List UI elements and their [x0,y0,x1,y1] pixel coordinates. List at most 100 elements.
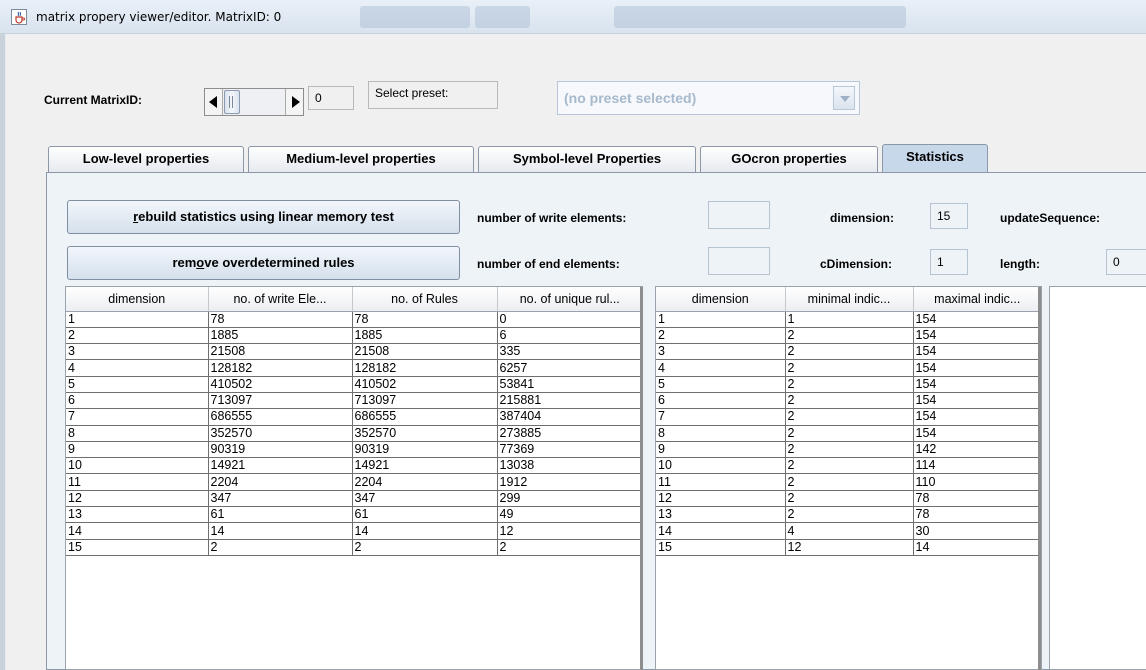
table-cell[interactable]: 78 [352,311,498,328]
table-cell[interactable]: 110 [913,473,1041,491]
table-cell[interactable]: 154 [913,376,1041,393]
table-row[interactable]: 13 2 78 [656,506,1041,524]
table-row[interactable]: 15 12 14 [656,539,1041,556]
table-cell[interactable]: 6257 [497,359,642,377]
table-cell[interactable]: 347 [208,490,353,508]
table-cell[interactable]: 142 [913,441,1041,459]
remove-overdetermined-button[interactable]: remove overdetermined rules [67,246,460,280]
table-cell[interactable]: 352570 [208,425,353,442]
table-row[interactable]: 10 14921 14921 13038 [66,457,642,475]
table-row[interactable]: 2 1885 1885 6 [66,327,642,345]
table-row[interactable]: 5 2 154 [656,376,1041,393]
table-cell[interactable]: 2 [785,359,914,377]
table-cell[interactable]: 9 [66,441,209,459]
table-cell[interactable]: 49 [497,506,642,524]
table-cell[interactable]: 10 [656,457,786,475]
table-cell[interactable]: 13 [656,506,786,524]
matrixid-scrollbar[interactable] [204,88,304,116]
table-cell[interactable]: 1912 [497,473,642,491]
table-row[interactable]: 4 2 154 [656,359,1041,377]
table-cell[interactable]: 10 [66,457,209,475]
table-cell[interactable]: 5 [656,376,786,393]
table-cell[interactable]: 14 [656,522,786,540]
table-cell[interactable]: 7 [656,408,786,426]
table-row[interactable]: 8 352570 352570 273885 [66,425,642,442]
java-cup-icon[interactable] [11,9,27,25]
table-row[interactable]: 7 686555 686555 387404 [66,408,642,426]
table-cell[interactable]: 14921 [352,457,498,475]
table-cell[interactable]: 154 [913,392,1041,410]
table-cell[interactable]: 2204 [352,473,498,491]
table-row[interactable]: 7 2 154 [656,408,1041,426]
table-cell[interactable]: 2 [497,539,642,556]
table-cell[interactable]: 273885 [497,425,642,442]
tab-medium-level[interactable]: Medium-level properties [248,146,474,172]
table-cell[interactable]: 3 [66,343,209,361]
table-cell[interactable]: 2 [785,457,914,475]
column-header[interactable]: no. of Rules [352,287,498,312]
tab-gocron[interactable]: GOcron properties [700,146,878,172]
table-cell[interactable]: 215881 [497,392,642,410]
table-cell[interactable]: 713097 [352,392,498,410]
table-row[interactable]: 9 90319 90319 77369 [66,441,642,459]
table-cell[interactable]: 2 [785,490,914,508]
dimension-stats-table[interactable]: dimension no. of write Ele... no. of Rul… [65,286,643,670]
table-cell[interactable]: 21508 [352,343,498,361]
table-cell[interactable]: 14 [208,522,353,540]
table-row[interactable]: 5 410502 410502 53841 [66,376,642,393]
tab-low-level[interactable]: Low-level properties [48,146,244,172]
table-cell[interactable]: 21508 [208,343,353,361]
table-cell[interactable]: 2 [785,473,914,491]
table-cell[interactable]: 2 [785,376,914,393]
table-cell[interactable]: 154 [913,425,1041,442]
table-cell[interactable]: 3 [656,343,786,361]
table-cell[interactable]: 686555 [352,408,498,426]
tab-symbol-level[interactable]: Symbol-level Properties [478,146,696,172]
column-header[interactable]: no. of unique rul... [497,287,642,312]
table-cell[interactable]: 713097 [208,392,353,410]
table-row[interactable]: 1 78 78 0 [66,311,642,328]
table-cell[interactable]: 11 [656,473,786,491]
table-cell[interactable]: 15 [66,539,209,556]
table-cell[interactable]: 1885 [208,327,353,345]
table-cell[interactable]: 686555 [208,408,353,426]
table-cell[interactable]: 15 [656,539,786,556]
table-cell[interactable]: 6 [66,392,209,410]
table-cell[interactable]: 2 [785,343,914,361]
scroll-right-arrow-icon[interactable] [285,89,303,115]
table-cell[interactable]: 154 [913,311,1041,328]
table-row[interactable]: 8 2 154 [656,425,1041,442]
table-cell[interactable]: 2 [208,539,353,556]
table-cell[interactable]: 2 [656,327,786,345]
column-header[interactable]: minimal indic... [785,287,914,312]
table-cell[interactable]: 299 [497,490,642,508]
rebuild-statistics-button[interactable]: rebuild statistics using linear memory t… [67,200,460,234]
table-cell[interactable]: 347 [352,490,498,508]
table-cell[interactable]: 154 [913,327,1041,345]
table-cell[interactable]: 2 [785,425,914,442]
table-row[interactable]: 2 2 154 [656,327,1041,345]
table-row[interactable]: 14 14 14 12 [66,522,642,540]
table-cell[interactable]: 154 [913,359,1041,377]
table-row[interactable]: 12 347 347 299 [66,490,642,508]
table-cell[interactable]: 128182 [208,359,353,377]
table-row[interactable]: 6 2 154 [656,392,1041,410]
table-cell[interactable]: 2 [352,539,498,556]
table-cell[interactable]: 4 [66,359,209,377]
table-cell[interactable]: 12 [656,490,786,508]
table-row[interactable]: 3 21508 21508 335 [66,343,642,361]
column-header[interactable]: dimension [656,287,786,312]
table-row[interactable]: 11 2 110 [656,473,1041,491]
scroll-left-arrow-icon[interactable] [205,89,223,115]
table-cell[interactable]: 387404 [497,408,642,426]
table-cell[interactable]: 154 [913,408,1041,426]
table-cell[interactable]: 13 [66,506,209,524]
table-cell[interactable]: 14921 [208,457,353,475]
table-cell[interactable]: 9 [656,441,786,459]
table-row[interactable]: 4 128182 128182 6257 [66,359,642,377]
table-cell[interactable]: 4 [785,522,914,540]
table-cell[interactable]: 12 [785,539,914,556]
table-cell[interactable]: 5 [66,376,209,393]
table-cell[interactable]: 1 [785,311,914,328]
table-row[interactable]: 12 2 78 [656,490,1041,508]
